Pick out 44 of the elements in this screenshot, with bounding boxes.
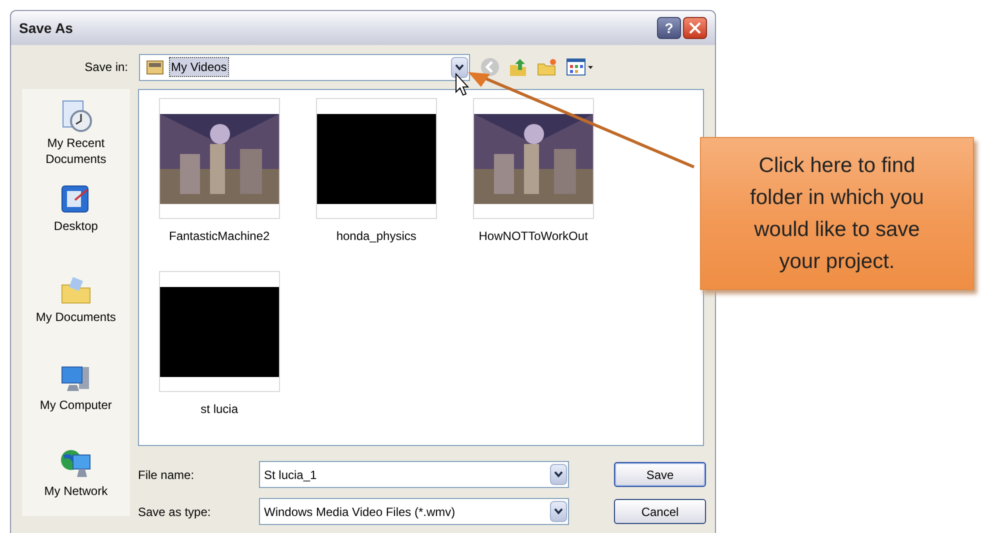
view-menu-icon[interactable] xyxy=(566,57,594,77)
places-item[interactable]: My Recent Documents xyxy=(24,99,128,182)
file-name: st lucia xyxy=(200,401,238,418)
save-button[interactable]: Save xyxy=(614,462,706,487)
close-icon xyxy=(689,22,701,34)
chevron-down-icon xyxy=(554,508,563,515)
dropdown-button[interactable] xyxy=(550,501,567,522)
combo-field[interactable]: St lucia_1 xyxy=(259,461,569,488)
help-button[interactable]: ? xyxy=(657,17,681,39)
places-item[interactable]: My Documents xyxy=(24,272,128,361)
field-label: Save as type: xyxy=(138,504,212,520)
field-label: File name: xyxy=(138,466,196,484)
file-name: FantasticMachine2 xyxy=(168,228,270,245)
field-value: St lucia_1 xyxy=(264,466,318,484)
dropdown-button[interactable] xyxy=(550,464,567,485)
up-folder-icon[interactable] xyxy=(508,57,528,77)
places-item[interactable]: My Network xyxy=(24,447,128,516)
field-value: Windows Media Video Files (*.wmv) xyxy=(264,504,456,520)
combo-field[interactable]: Windows Media Video Files (*.wmv) xyxy=(259,498,569,525)
dropdown-button[interactable] xyxy=(451,56,468,78)
place-label: My Documents xyxy=(36,308,116,325)
cancel-button[interactable]: Cancel xyxy=(614,499,706,524)
place-label: My Computer xyxy=(40,396,112,413)
file-name: honda_physics xyxy=(336,228,416,245)
chevron-down-icon xyxy=(455,64,464,70)
chevron-down-icon xyxy=(554,471,563,478)
callout-text: Click here to find folder in which you would like to save your project. xyxy=(749,152,925,274)
close-button[interactable] xyxy=(683,17,707,39)
places-item[interactable]: Desktop xyxy=(24,182,128,273)
save-in-label: Save in: xyxy=(84,59,129,76)
window-title: Save As xyxy=(19,18,74,38)
thumbnail-frame[interactable] xyxy=(158,271,280,392)
place-label: My Recent Documents xyxy=(44,135,108,167)
save-in-dropdown[interactable]: My Videos xyxy=(139,54,470,80)
thumbnail-frame[interactable] xyxy=(472,98,594,219)
film-folder-icon xyxy=(146,59,164,75)
place-label: Desktop xyxy=(54,218,98,234)
back-icon[interactable] xyxy=(480,57,500,77)
save-in-value: My Videos xyxy=(169,57,229,77)
thumbnail-frame[interactable] xyxy=(316,98,437,219)
place-label: My Network xyxy=(44,483,108,500)
thumbnail-frame[interactable] xyxy=(158,98,280,219)
places-item[interactable]: My Computer xyxy=(24,360,128,448)
file-name: HowNOTToWorkOut xyxy=(478,228,588,245)
